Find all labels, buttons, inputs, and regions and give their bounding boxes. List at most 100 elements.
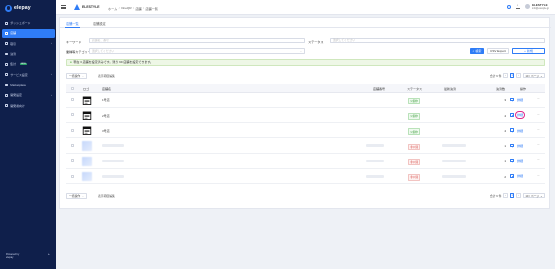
breadcrumb-oneqr[interactable]: OneQR [121, 6, 132, 11]
breadcrumb-home[interactable]: ホーム [108, 6, 117, 11]
edit-icon[interactable] [510, 128, 514, 132]
row-checkbox[interactable] [71, 143, 74, 147]
search-button[interactable]: ⌕ 検索 [470, 48, 484, 54]
detail-link[interactable]: 詳細 [514, 111, 526, 120]
detail-link[interactable]: 詳細 [517, 98, 523, 102]
sidebar-item-stores[interactable]: 店舗 [2, 29, 55, 38]
category-select[interactable]: 選択してください ⌄ [89, 48, 305, 54]
more-icon[interactable]: ··· [537, 143, 540, 147]
sidebar-item-payments[interactable]: 決済 [2, 50, 55, 58]
edit-icon[interactable] [510, 174, 514, 178]
total-count: 合計 6 件 [489, 73, 502, 78]
prev-page-button[interactable]: ‹ [503, 193, 508, 198]
blurred-latest-payment [442, 174, 466, 178]
status-badge: 非公開 [408, 143, 421, 151]
status-badge: 公開中 [408, 97, 421, 105]
col-logo: ロゴ [83, 86, 90, 91]
store-table: ロゴ 店舗名 店舗番号 ステータス 最新決済 決済数 操作 1号店 公開中 3 … [66, 84, 545, 185]
edit-icon[interactable] [510, 143, 514, 148]
edit-columns-link[interactable]: 表示項目編集 [98, 74, 115, 78]
sidebar-item-transactions[interactable]: 取引 › [2, 40, 55, 48]
brand[interactable]: ELESTYLE [74, 4, 100, 10]
user-menu[interactable]: ELESTYLE info@elestyle.jp [525, 3, 549, 10]
col-latest-payment: 最新決済 [444, 86, 457, 91]
payment-count: 4 [504, 128, 506, 133]
payment-count: 3 [504, 98, 506, 103]
page-size-select[interactable]: 10 / ページ ⌄ [522, 193, 545, 198]
chevron-down-icon: ⌄ [81, 75, 84, 79]
tab-store-list[interactable]: 店舗一覧 [65, 21, 80, 29]
chevron-right-icon: › [51, 93, 52, 97]
detail-link[interactable]: 詳細 [517, 174, 523, 178]
alert-text: 現在 3 店舗を設定済みです。残り 99 店舗を設定できます。 [73, 60, 154, 65]
elepay-logo[interactable]: elepay [5, 4, 31, 12]
sidebar-item-service-settings[interactable]: サービス設定 › [2, 70, 55, 78]
row-checkbox[interactable] [71, 174, 74, 178]
blurred-store-number [366, 159, 384, 163]
next-page-button[interactable]: › [516, 73, 521, 78]
table-row[interactable]: 非公開 1 詳細 ··· [66, 154, 545, 169]
page-1-button[interactable]: 1 [509, 73, 515, 78]
table-row[interactable]: 非公開 1 詳細 ··· [66, 138, 545, 154]
row-checkbox[interactable] [71, 128, 74, 132]
csv-export-button[interactable]: CSV Export [487, 48, 509, 54]
edit-icon[interactable] [510, 158, 514, 163]
table-row[interactable]: 2号店 公開中 4 詳細 ··· [66, 108, 545, 124]
more-icon[interactable]: ··· [537, 113, 540, 117]
edit-icon[interactable] [510, 112, 514, 117]
select-all-checkbox[interactable] [71, 86, 74, 90]
page-size-select[interactable]: 10 / ページ ⌄ [522, 73, 545, 78]
more-icon[interactable]: ··· [537, 158, 540, 162]
detail-link[interactable]: 詳細 [517, 144, 523, 148]
detail-link[interactable]: 詳細 [517, 159, 523, 163]
bulk-action-select[interactable]: 一括操作 ⌄ [66, 73, 87, 79]
info-icon: ● [70, 60, 72, 65]
menu-icon[interactable] [61, 5, 66, 9]
sidebar-item-dashboard[interactable]: ダッシュボード [2, 19, 55, 27]
sidebar-item-dev-settings[interactable]: 開発設定 › [2, 91, 55, 99]
payment-icon [5, 52, 8, 56]
download-icon[interactable] [516, 3, 521, 9]
table-header: ロゴ 店舗名 店舗番号 ステータス 最新決済 決済数 操作 [66, 84, 545, 93]
collapse-icon[interactable]: ⇤ [48, 253, 50, 256]
sidebar-item-label: 決済 [10, 52, 17, 57]
row-checkbox[interactable] [71, 113, 74, 117]
status-select-value: 選択してください [333, 38, 356, 43]
more-icon[interactable]: ··· [537, 97, 540, 101]
chevron-down-icon: ⌄ [540, 193, 543, 198]
store-logo-blurred [82, 141, 92, 151]
more-icon[interactable]: ··· [537, 174, 540, 178]
bulk-action-select[interactable]: 一括操作 ⌄ [66, 193, 87, 199]
table-row[interactable]: 1号店 公開中 3 詳細 ··· [66, 93, 545, 108]
edit-columns-link[interactable]: 表示項目編集 [98, 194, 115, 198]
keyword-input[interactable] [89, 37, 305, 43]
breadcrumb-current: 店舗一覧 [145, 6, 158, 11]
dashboard-icon [5, 21, 8, 25]
table-row[interactable]: 非公開 2 詳細 ··· [66, 169, 545, 185]
prev-page-button[interactable]: ‹ [503, 73, 508, 78]
tab-store-settings[interactable]: 店舗設定 [93, 21, 106, 26]
payment-count: 1 [504, 159, 506, 164]
row-checkbox[interactable] [71, 159, 74, 163]
blurred-latest-payment [442, 144, 466, 148]
sidebar-item-marketplace[interactable]: Marketplace [2, 81, 55, 89]
breadcrumb-stores[interactable]: 店舗 [135, 6, 141, 11]
more-icon[interactable]: ··· [537, 128, 540, 132]
search-icon: ⌕ [472, 48, 475, 53]
status-select[interactable]: 選択してください [330, 37, 545, 43]
tab-bar: 店舗一覧 店舗設定 [60, 18, 551, 29]
chevron-down-icon: ⌄ [81, 195, 84, 199]
detail-link[interactable]: 詳細 [517, 129, 523, 133]
next-page-button[interactable]: › [516, 193, 521, 198]
help-icon[interactable] [507, 4, 512, 9]
table-row[interactable]: 3号店 公開中 4 詳細 ··· [66, 123, 545, 139]
keyword-label: キーワード [66, 39, 82, 44]
page-1-button[interactable]: 1 [509, 193, 515, 198]
sidebar-item-aggregation[interactable]: 集計 NEW [2, 60, 55, 68]
transactions-icon [5, 42, 8, 46]
row-checkbox[interactable] [71, 98, 74, 102]
store-logo [82, 126, 92, 136]
edit-icon[interactable] [510, 97, 514, 102]
new-store-button[interactable]: + 新規 [512, 48, 545, 54]
sidebar-item-developers[interactable]: 開発者向け [2, 101, 55, 109]
